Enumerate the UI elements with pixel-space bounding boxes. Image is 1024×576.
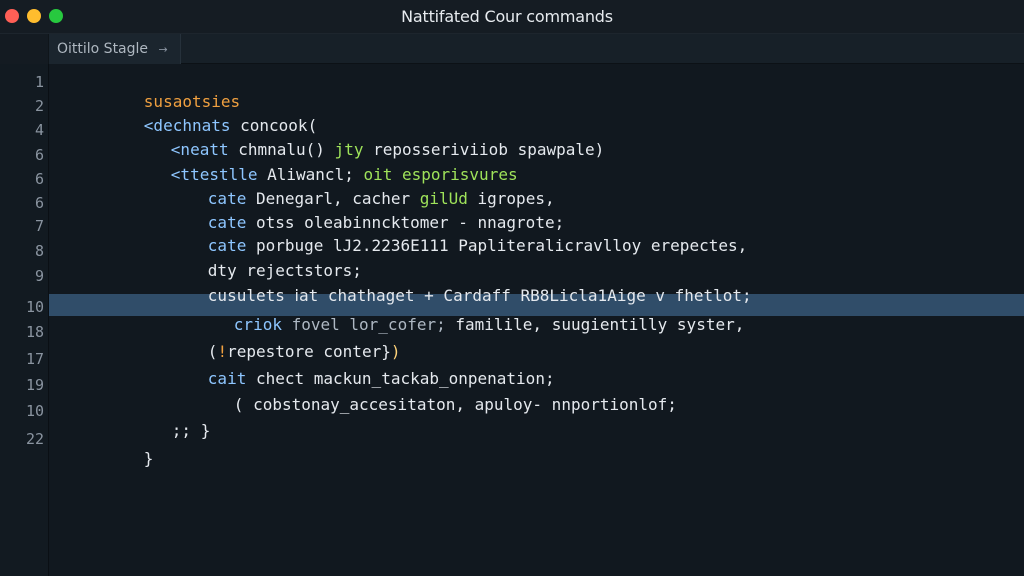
tab-bar: Oittilo Stagle →: [0, 34, 1024, 64]
code-line-5[interactable]: cate Denegarl, cacher gilUd igropes,: [150, 169, 555, 208]
code-line-14[interactable]: ;; }: [114, 401, 211, 440]
tab-gutter-spacer: [0, 34, 49, 64]
code-line-6[interactable]: cate otss oleabinncktomer - nnagrote;: [150, 193, 564, 232]
code-line-2[interactable]: <dechnats concook(: [86, 96, 317, 135]
line-number: 1: [34, 73, 44, 91]
line-number: 22: [25, 430, 44, 448]
code-line-10[interactable]: criok fovel lor_cofer; familile, suugien…: [176, 295, 745, 334]
line-number: 6: [34, 146, 44, 164]
code-line-11[interactable]: (!repestore conter}): [150, 322, 401, 361]
line-number: 9: [34, 267, 44, 285]
tab-oittilo-stagle[interactable]: Oittilo Stagle →: [49, 34, 181, 64]
line-number: 6: [34, 170, 44, 188]
code-line-13[interactable]: ( cobstonay_accesitaton, apuloy- nnporti…: [176, 375, 677, 414]
code-line-8[interactable]: dty rejectstors;: [150, 241, 362, 280]
line-number: 19: [25, 376, 44, 394]
window-title: Nattifated Cour commands: [0, 0, 1010, 34]
line-number: 8: [34, 242, 44, 260]
code-editor[interactable]: 1 2 4 6 6 6 7 8 9 10 18 17 19 10 22 susa…: [0, 64, 1024, 576]
code-line-9[interactable]: cusulets ⅰat chathaget + Cardaff RB8Licl…: [150, 266, 752, 305]
line-number: 10: [25, 402, 44, 420]
window-title-text: Nattifated Cour commands: [401, 7, 613, 26]
line-number: 18: [25, 323, 44, 341]
code-line-1[interactable]: susaotsies: [86, 72, 240, 111]
code-token: }: [143, 449, 154, 468]
line-number: 6: [34, 194, 44, 212]
arrow-right-icon: →: [158, 43, 168, 56]
title-bar: Nattifated Cour commands: [0, 0, 1024, 34]
line-number: 4: [34, 121, 44, 139]
line-number: 17: [25, 350, 44, 368]
line-number: 10: [25, 298, 44, 316]
line-number-gutter: 1 2 4 6 6 6 7 8 9 10 18 17 19 10 22: [0, 64, 49, 576]
code-token: suugientilly syster,: [542, 315, 745, 334]
code-token: }: [191, 421, 211, 440]
line-number: 7: [34, 217, 44, 235]
line-number: 2: [34, 97, 44, 115]
code-line-3[interactable]: <neatt chmnalu() jty reposseriviiob spaw…: [113, 120, 604, 159]
code-token: ( cobstonay_accesitaton, apuloy- nnporti…: [233, 395, 677, 414]
code-line-15[interactable]: }: [86, 429, 154, 468]
code-line-12[interactable]: cait chect mackun_tackab_onpenation;: [150, 349, 555, 388]
editor-window: Nattifated Cour commands Oittilo Stagle …: [0, 0, 1024, 576]
code-line-4[interactable]: <ttestlle Aliwancl; oit esporisvures: [113, 145, 518, 184]
tab-label: Oittilo Stagle: [57, 41, 149, 57]
code-token: ;;: [171, 421, 192, 440]
code-token: familile,: [445, 315, 543, 334]
code-line-7[interactable]: cate porbuge lJ2.2236E111 Papliteralicra…: [150, 216, 747, 255]
